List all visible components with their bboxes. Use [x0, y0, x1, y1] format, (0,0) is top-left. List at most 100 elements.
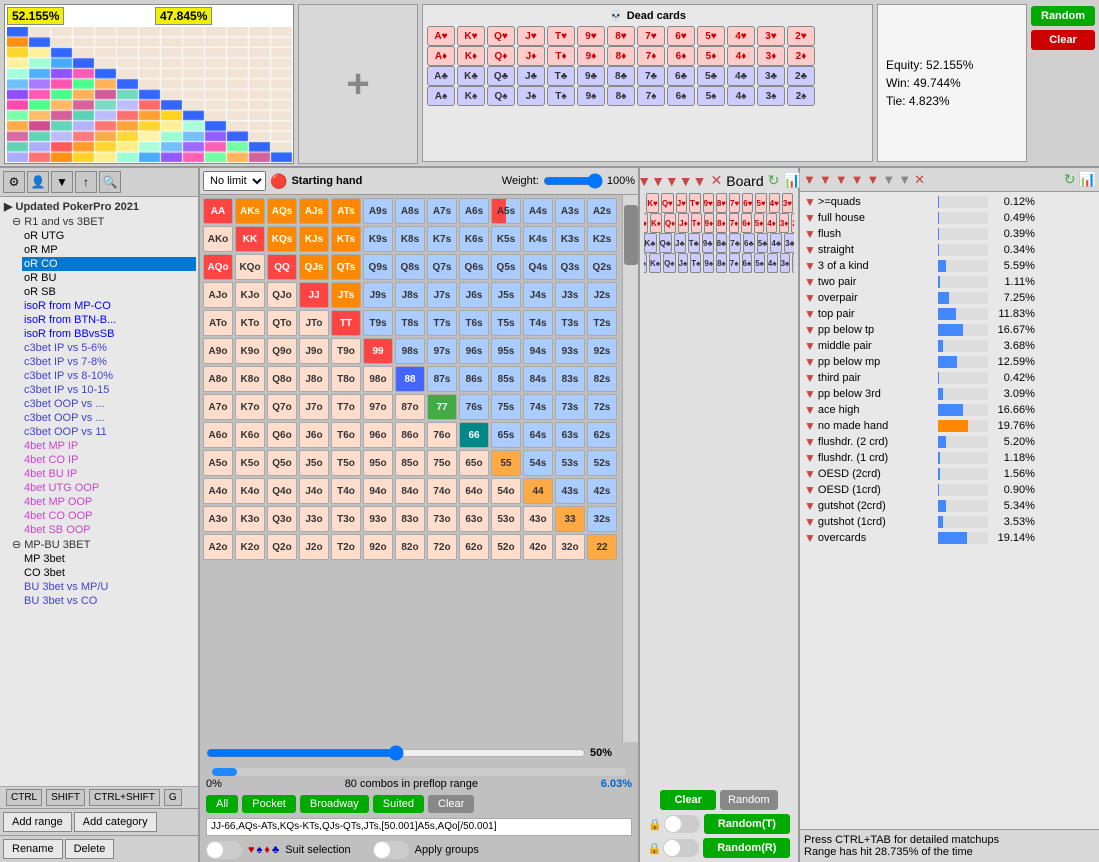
dead-card-5s[interactable]: 5♠: [697, 86, 725, 106]
board-card-Jc[interactable]: J♣: [674, 233, 686, 253]
stat-filter-icon[interactable]: ▼: [804, 195, 816, 209]
hand-cell-T7s[interactable]: T7s: [427, 310, 457, 336]
board-card-Jd[interactable]: J♦: [678, 213, 689, 233]
stats-x[interactable]: ✕: [914, 172, 925, 188]
board-card-4s[interactable]: 4♠: [767, 253, 778, 273]
hand-cell-T4s[interactable]: T4s: [523, 310, 553, 336]
board-card-9c[interactable]: 9♣: [702, 233, 714, 253]
dead-card-9d[interactable]: 9♦: [577, 46, 605, 66]
dead-card-Td[interactable]: T♦: [547, 46, 575, 66]
dead-card-Qh[interactable]: Q♥: [487, 26, 515, 46]
hand-cell-94o[interactable]: 94o: [363, 478, 393, 504]
ctrlshift-key[interactable]: CTRL+SHIFT: [89, 789, 160, 806]
hand-cell-54s[interactable]: 54s: [523, 450, 553, 476]
dead-card-Ah[interactable]: A♥: [427, 26, 455, 46]
hand-cell-22[interactable]: 22: [587, 534, 617, 560]
stat-filter-icon[interactable]: ▼: [804, 243, 816, 257]
scrollbar-thumb[interactable]: [624, 205, 638, 265]
hand-cell-97o[interactable]: 97o: [363, 394, 393, 420]
hand-cell-QQ[interactable]: QQ: [267, 254, 297, 280]
dead-card-Tc[interactable]: T♣: [547, 66, 575, 86]
stats-filter-1[interactable]: ▼: [803, 172, 816, 187]
board-card-4h[interactable]: 4♥: [769, 193, 780, 213]
hand-cell-53o[interactable]: 53o: [491, 506, 521, 532]
hand-cell-72o[interactable]: 72o: [427, 534, 457, 560]
sidebar-item-4bet-mp[interactable]: 4bet MP IP: [22, 439, 196, 453]
hand-cell-86s[interactable]: 86s: [459, 366, 489, 392]
hand-cell-J2s[interactable]: J2s: [587, 282, 617, 308]
hand-cell-72s[interactable]: 72s: [587, 394, 617, 420]
hand-cell-Q8s[interactable]: Q8s: [395, 254, 425, 280]
hand-cell-92s[interactable]: 92s: [587, 338, 617, 364]
lock-toggle-1[interactable]: [664, 815, 700, 833]
board-card-2d[interactable]: 2♦: [791, 213, 794, 233]
hand-cell-Q5o[interactable]: Q5o: [267, 450, 297, 476]
lock-toggle-2[interactable]: [663, 839, 699, 857]
dead-card-2s[interactable]: 2♠: [787, 86, 815, 106]
dead-card-Qs[interactable]: Q♠: [487, 86, 515, 106]
dead-card-Jc[interactable]: J♣: [517, 66, 545, 86]
dead-card-As[interactable]: A♠: [427, 86, 455, 106]
stat-filter-icon[interactable]: ▼: [804, 387, 816, 401]
dead-card-Kh[interactable]: K♥: [457, 26, 485, 46]
hand-cell-K9o[interactable]: K9o: [235, 338, 265, 364]
suit-toggle[interactable]: [206, 841, 242, 859]
stat-filter-icon[interactable]: ▼: [804, 355, 816, 369]
hand-cell-KK[interactable]: KK: [235, 226, 265, 252]
sidebar-item-c3bet-78[interactable]: c3bet IP vs 7-8%: [22, 355, 196, 369]
board-card-Ad[interactable]: A♦: [644, 213, 648, 233]
dead-card-Qc[interactable]: Q♣: [487, 66, 515, 86]
hand-cell-Q9o[interactable]: Q9o: [267, 338, 297, 364]
hand-cell-62o[interactable]: 62o: [459, 534, 489, 560]
dead-card-2h[interactable]: 2♥: [787, 26, 815, 46]
filter-icon[interactable]: ▼: [51, 171, 73, 193]
dead-card-Jd[interactable]: J♦: [517, 46, 545, 66]
dead-card-4d[interactable]: 4♦: [727, 46, 755, 66]
hand-cell-74o[interactable]: 74o: [427, 478, 457, 504]
dead-card-8c[interactable]: 8♣: [607, 66, 635, 86]
hand-cell-T8o[interactable]: T8o: [331, 366, 361, 392]
hand-cell-Q3s[interactable]: Q3s: [555, 254, 585, 280]
hand-cell-K4s[interactable]: K4s: [523, 226, 553, 252]
delete-button[interactable]: Delete: [65, 839, 115, 859]
sidebar-item-c3bet-oop1[interactable]: c3bet OOP vs ...: [22, 397, 196, 411]
board-card-4d[interactable]: 4♦: [766, 213, 777, 233]
hand-cell-T6o[interactable]: T6o: [331, 422, 361, 448]
board-card-4c[interactable]: 4♣: [770, 233, 782, 253]
sidebar-item-4bet-sb-oop[interactable]: 4bet SB OOP: [22, 523, 196, 537]
dead-card-Th[interactable]: T♥: [547, 26, 575, 46]
stat-filter-icon[interactable]: ▼: [804, 531, 816, 545]
hand-cell-98s[interactable]: 98s: [395, 338, 425, 364]
hand-cell-A6s[interactable]: A6s: [459, 198, 489, 224]
suited-button[interactable]: Suited: [373, 795, 424, 813]
dead-card-6s[interactable]: 6♠: [667, 86, 695, 106]
board-card-Qs[interactable]: Q♠: [663, 253, 675, 273]
sidebar-item-c3bet-810[interactable]: c3bet IP vs 8-10%: [22, 369, 196, 383]
hand-cell-JTs[interactable]: JTs: [331, 282, 361, 308]
hand-cell-A9s[interactable]: A9s: [363, 198, 393, 224]
random-r-button[interactable]: Random(R): [703, 838, 790, 858]
board-card-Tc[interactable]: T♣: [688, 233, 700, 253]
board-card-Js[interactable]: J♠: [678, 253, 689, 273]
hand-cell-KTs[interactable]: KTs: [331, 226, 361, 252]
hand-cell-K3s[interactable]: K3s: [555, 226, 585, 252]
board-card-Ks[interactable]: K♠: [649, 253, 661, 273]
hand-cell-T2o[interactable]: T2o: [331, 534, 361, 560]
all-button[interactable]: All: [206, 795, 238, 813]
hand-cell-T9o[interactable]: T9o: [331, 338, 361, 364]
hand-cell-99[interactable]: 99: [363, 338, 393, 364]
hand-cell-52s[interactable]: 52s: [587, 450, 617, 476]
hand-cell-54o[interactable]: 54o: [491, 478, 521, 504]
hand-cell-43o[interactable]: 43o: [523, 506, 553, 532]
chart-icon[interactable]: 📊: [783, 172, 800, 189]
add-category-button[interactable]: Add category: [74, 812, 157, 832]
dead-card-3d[interactable]: 3♦: [757, 46, 785, 66]
hand-cell-75o[interactable]: 75o: [427, 450, 457, 476]
hand-cell-A8o[interactable]: A8o: [203, 366, 233, 392]
hand-cell-97s[interactable]: 97s: [427, 338, 457, 364]
hand-cell-96s[interactable]: 96s: [459, 338, 489, 364]
board-random-button[interactable]: Random: [720, 790, 778, 810]
board-card-Kd[interactable]: K♦: [650, 213, 662, 233]
dead-card-2d[interactable]: 2♦: [787, 46, 815, 66]
hand-cell-53s[interactable]: 53s: [555, 450, 585, 476]
